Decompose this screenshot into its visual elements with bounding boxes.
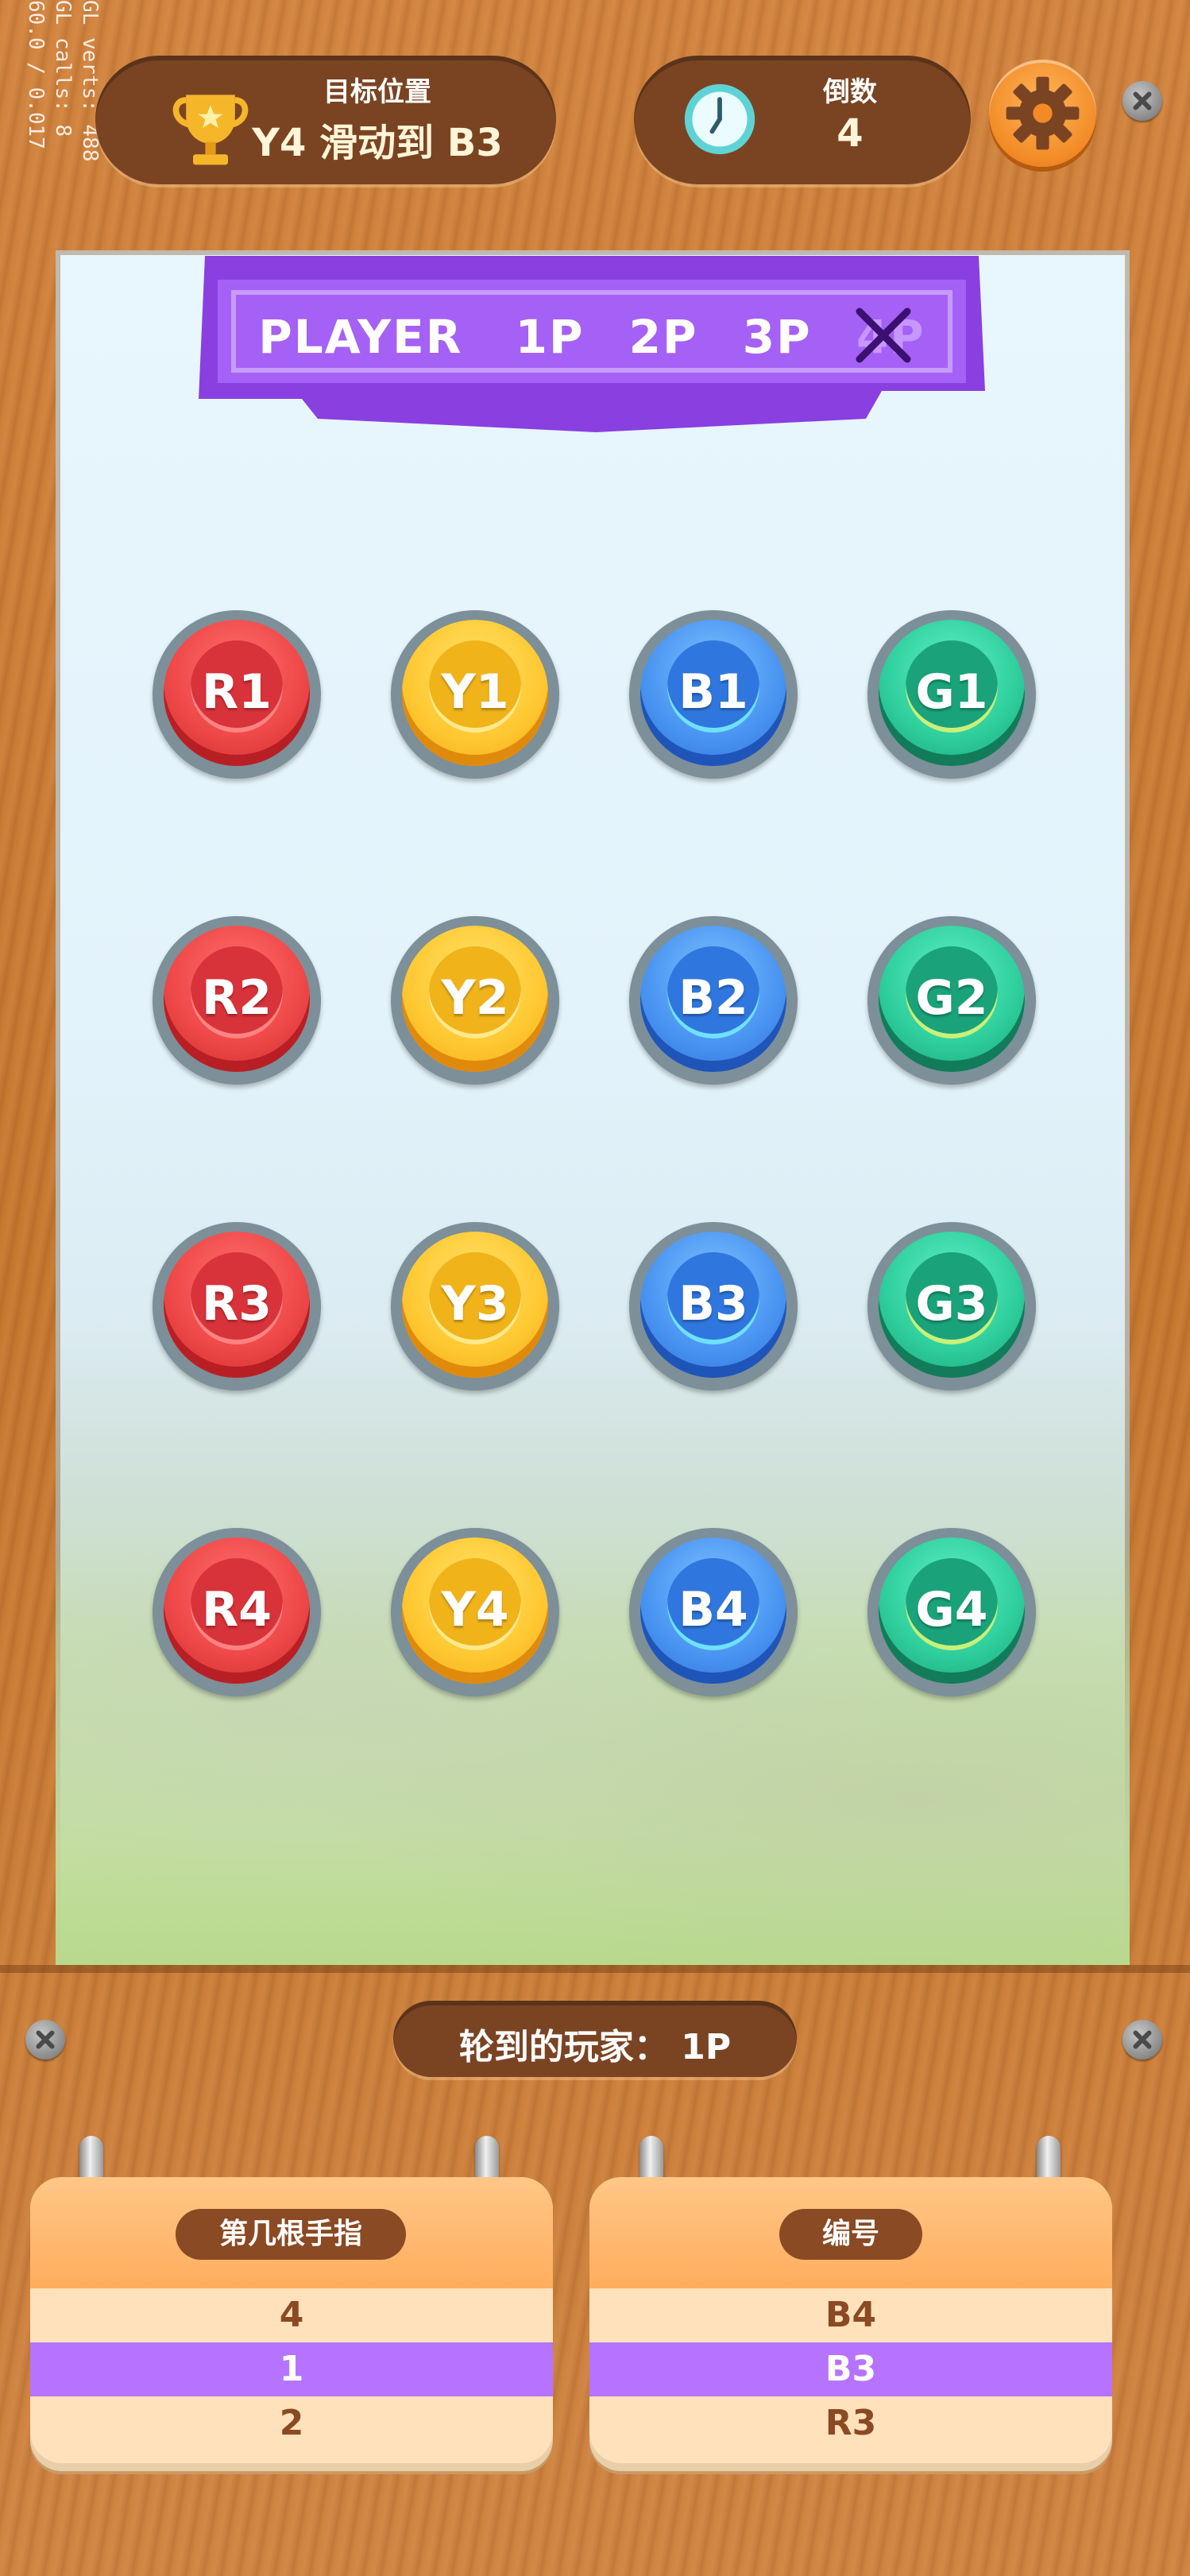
picker-option[interactable]: 4	[30, 2288, 553, 2342]
piece-g4[interactable]: G4	[867, 1528, 1036, 1696]
piece-r4[interactable]: R4	[153, 1528, 321, 1696]
finger-picker-title: 第几根手指	[176, 2209, 406, 2260]
number-picker: 编号 B4 B3 R3	[589, 2177, 1112, 2463]
piece-r1[interactable]: R1	[153, 610, 321, 779]
finger-picker: 第几根手指 4 1 2	[30, 2177, 553, 2463]
piece-r3[interactable]: R3	[153, 1222, 321, 1390]
piece-label: B2	[678, 970, 748, 1026]
goal-panel: 目标位置 Y4 滑动到 B3	[95, 56, 556, 184]
countdown-panel: 倒数 4	[634, 56, 971, 184]
piece-y4[interactable]: Y4	[391, 1528, 559, 1696]
piece-y1[interactable]: Y1	[391, 610, 559, 779]
clock-icon	[684, 83, 755, 155]
player-banner: PLAYER 1P 2P 3P 4P	[199, 248, 985, 439]
debug-line: GL calls: 8	[51, 0, 75, 137]
piece-label: B3	[678, 1276, 748, 1332]
goal-value: Y4 滑动到 B3	[252, 121, 503, 165]
screw-icon	[25, 2020, 65, 2060]
debug-overlay: GL verts: 488 GL calls: 8 60.0 / 0.017	[24, 0, 103, 278]
player-options: PLAYER 1P 2P 3P 4P	[199, 307, 985, 364]
picker-option-selected[interactable]: 1	[30, 2342, 553, 2396]
piece-label: B4	[678, 1582, 748, 1638]
picker-option[interactable]: B4	[589, 2288, 1112, 2342]
picker-option[interactable]: R3	[589, 2396, 1112, 2450]
player-option-2p[interactable]: 2P	[629, 310, 698, 364]
player-option-3p[interactable]: 3P	[743, 310, 812, 364]
piece-y3[interactable]: Y3	[391, 1222, 559, 1390]
countdown-value: 4	[836, 111, 864, 156]
debug-line: 60.0 / 0.017	[24, 0, 48, 149]
player-label: PLAYER	[258, 310, 463, 364]
piece-label: Y1	[441, 664, 509, 720]
piece-label: Y4	[441, 1582, 509, 1638]
piece-y2[interactable]: Y2	[391, 916, 559, 1085]
piece-label: B1	[678, 664, 748, 720]
piece-g1[interactable]: G1	[867, 610, 1036, 779]
screw-icon	[1122, 81, 1162, 121]
piece-label: G3	[915, 1276, 988, 1332]
goal-title: 目标位置	[323, 76, 431, 108]
piece-label: Y3	[441, 1276, 509, 1332]
divider	[0, 1965, 1190, 1973]
turn-indicator: 轮到的玩家： 1P	[393, 2001, 797, 2077]
piece-b3[interactable]: B3	[629, 1222, 798, 1390]
piece-label: G2	[915, 970, 988, 1026]
picker-option[interactable]: 2	[30, 2396, 553, 2450]
settings-button[interactable]	[989, 60, 1096, 167]
piece-label: R4	[202, 1582, 272, 1638]
piece-g3[interactable]: G3	[867, 1222, 1036, 1390]
number-picker-title: 编号	[779, 2209, 922, 2260]
piece-label: R1	[202, 664, 272, 720]
piece-b1[interactable]: B1	[629, 610, 798, 779]
disabled-x-icon	[856, 307, 911, 363]
turn-text: 轮到的玩家： 1P	[458, 2027, 732, 2067]
piece-label: Y2	[441, 970, 509, 1026]
player-option-4p[interactable]: 4P	[856, 307, 925, 364]
piece-label: R3	[202, 1276, 272, 1332]
picker-option-selected[interactable]: B3	[589, 2342, 1112, 2396]
gear-icon	[1006, 76, 1080, 150]
piece-b4[interactable]: B4	[629, 1528, 798, 1696]
piece-r2[interactable]: R2	[153, 916, 321, 1085]
piece-label: R2	[202, 970, 272, 1026]
piece-label: G4	[915, 1582, 988, 1638]
countdown-title: 倒数	[823, 76, 877, 108]
piece-g2[interactable]: G2	[867, 916, 1036, 1085]
game-board	[56, 250, 1130, 1965]
piece-label: G1	[915, 664, 988, 720]
screw-icon	[1122, 2020, 1162, 2060]
piece-b2[interactable]: B2	[629, 916, 798, 1085]
player-option-1p[interactable]: 1P	[516, 310, 585, 364]
